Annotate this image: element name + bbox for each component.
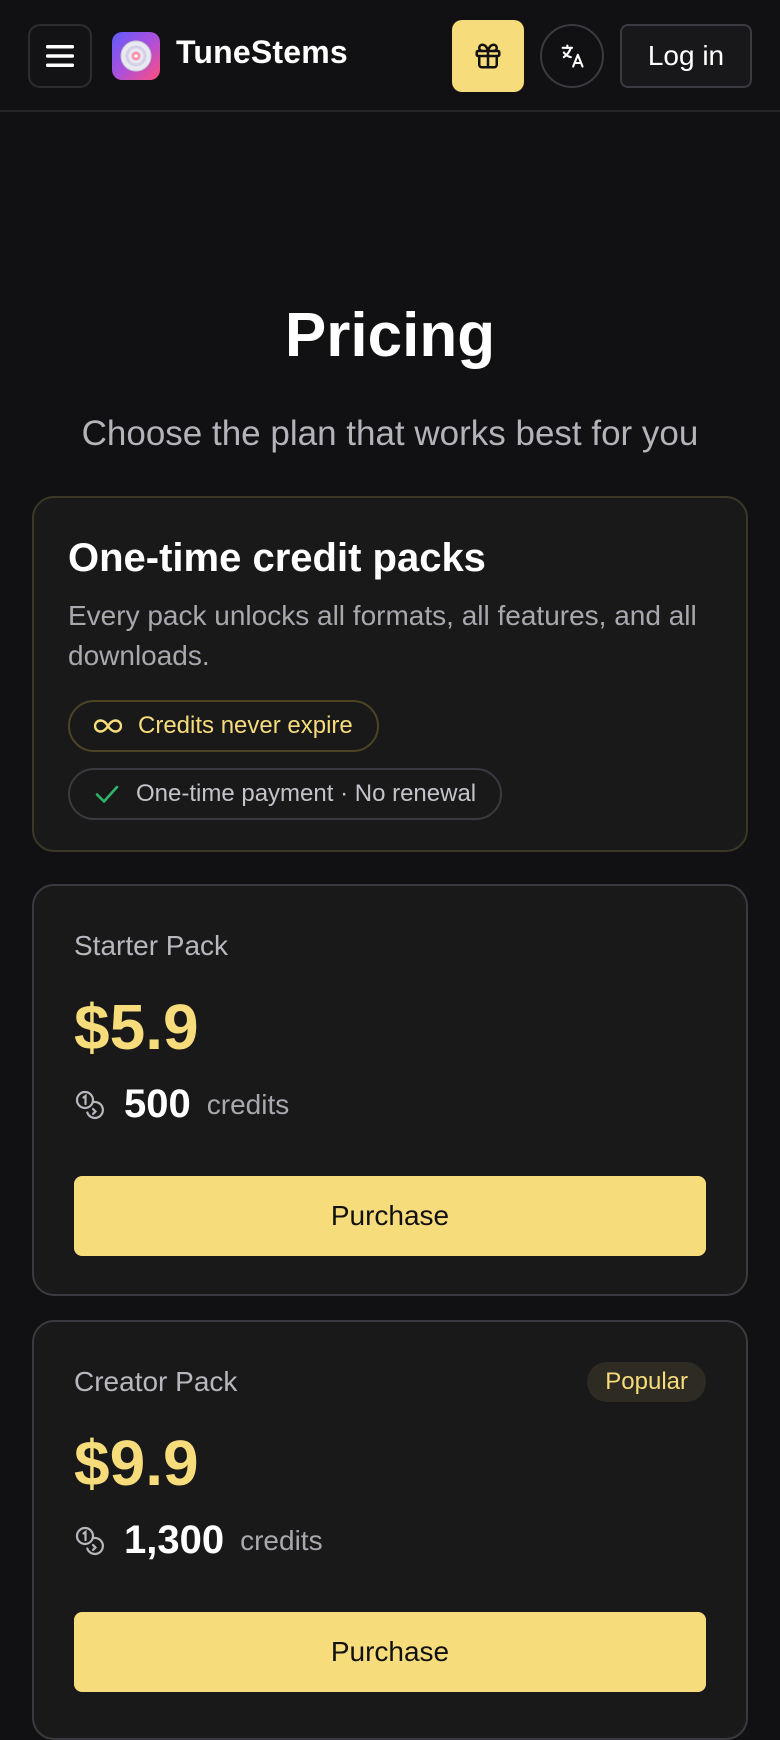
credits-label: credits (206, 1088, 290, 1120)
pack-name: Starter Pack (74, 930, 229, 961)
checkmark-icon (95, 785, 119, 803)
one-time-payment-badge: One-time payment · No renewal (68, 768, 503, 820)
pack-name: Creator Pack (74, 1366, 238, 1397)
translate-icon (561, 44, 584, 68)
credits-amount: 1,300 (124, 1518, 225, 1562)
hamburger-icon (46, 45, 74, 67)
pack-credits: 500 credits (74, 1082, 289, 1127)
pack-price: $5.9 (74, 991, 199, 1063)
credits-label: credits (240, 1524, 323, 1556)
infinity-icon (94, 719, 122, 733)
credit-packs-info-card: One-time credit packs Every pack unlocks… (32, 496, 748, 852)
pack-price: $9.9 (74, 1427, 199, 1499)
starter-pack-card: Starter Pack $5.9 500 credits Purchase (32, 884, 748, 1296)
language-button[interactable] (540, 24, 604, 88)
credits-never-expire-label: Credits never expire (138, 712, 353, 739)
credits-never-expire-badge: Credits never expire (68, 700, 379, 752)
creator-pack-card: Creator Pack Popular $9.9 1,300 credits … (32, 1320, 748, 1740)
gift-button[interactable] (452, 20, 524, 92)
page-title: Pricing (284, 301, 496, 370)
brand-name[interactable]: TuneStems (176, 34, 348, 71)
popular-badge: Popular (587, 1362, 706, 1402)
coins-icon (75, 1526, 104, 1555)
purchase-button[interactable]: Purchase (74, 1612, 706, 1692)
disc-icon (120, 40, 152, 72)
page-subtitle: Choose the plan that works best for you (81, 414, 699, 453)
info-description: Every pack unlocks all formats, all feat… (68, 600, 697, 671)
app-logo[interactable] (112, 32, 160, 80)
gift-icon (475, 43, 501, 69)
info-title: One-time credit packs (68, 536, 486, 580)
one-time-payment-label: One-time payment · No renewal (136, 780, 477, 807)
credits-amount: 500 (124, 1082, 191, 1126)
pack-credits: 1,300 credits (74, 1518, 323, 1563)
menu-button[interactable] (28, 24, 92, 88)
login-button[interactable]: Log in (620, 24, 752, 88)
purchase-button[interactable]: Purchase (74, 1176, 706, 1256)
coins-icon (75, 1090, 104, 1119)
top-header: TuneStems Log in (0, 0, 780, 112)
